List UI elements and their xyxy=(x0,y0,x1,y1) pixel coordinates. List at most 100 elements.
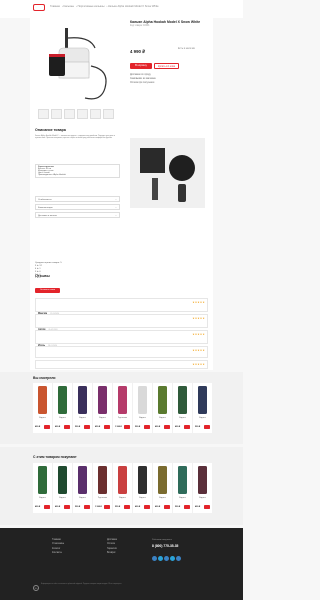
product-card[interactable]: Жидкость 550 ₽ xyxy=(113,463,132,513)
hookah-image xyxy=(49,28,107,100)
product-price: 1 990 ₽ xyxy=(95,506,102,508)
add-to-cart-button[interactable] xyxy=(104,505,110,509)
product-image xyxy=(78,386,87,414)
product-price: 590 ₽ xyxy=(75,426,81,428)
one-click-buy-button[interactable]: Купить в 1 клик xyxy=(154,63,179,69)
product-card[interactable]: Жидкость 490 ₽ xyxy=(133,463,152,513)
add-to-cart-button[interactable] xyxy=(64,425,70,429)
phone-number[interactable]: 8 (800) 775-35-35 xyxy=(152,544,178,548)
add-to-cart-button[interactable] xyxy=(204,505,210,509)
product-name[interactable]: Жидкость xyxy=(54,498,71,500)
breadcrumb-item[interactable]: Портативные кальяны xyxy=(78,5,105,8)
footer-menu: Главная О магазине Каталог Контакты xyxy=(52,538,64,556)
product-name[interactable]: Жидкость xyxy=(134,498,151,500)
product-image xyxy=(78,466,87,494)
product-name[interactable]: Жидкость xyxy=(94,418,111,420)
product-name[interactable]: Жидкость xyxy=(34,418,51,420)
breadcrumb-item[interactable]: Главная xyxy=(50,5,60,8)
review-card: Денис14.01.2024 ★★★★★ Купил в подарок др… xyxy=(35,346,208,369)
review-card: Артём05.02.2024 ★★★★★ Взял для поездок, … xyxy=(35,314,208,337)
accordion-item[interactable]: Комплектация xyxy=(35,204,120,211)
add-to-cart-button[interactable] xyxy=(164,505,170,509)
product-card[interactable]: Жидкость 490 ₽ xyxy=(193,463,212,513)
footer-link[interactable]: Контакты xyxy=(52,551,64,555)
product-name[interactable]: Жидкость xyxy=(154,498,171,500)
review-stars: ★★★★★ xyxy=(192,300,205,304)
add-to-cart-button[interactable] xyxy=(124,505,130,509)
add-to-cart-button[interactable] xyxy=(84,505,90,509)
gallery-thumb[interactable] xyxy=(77,109,88,119)
product-card[interactable]: Жидкость 590 ₽ xyxy=(173,463,192,513)
review-stars: ★★★★★ xyxy=(192,332,205,336)
gallery-thumb[interactable] xyxy=(51,109,62,119)
review-card: Максим12.03.2024 ★★★★★ Отличный кальян, … xyxy=(35,298,208,321)
product-card[interactable]: Под-система 1 990 ₽ xyxy=(93,463,112,513)
product-card[interactable]: Жидкость 490 ₽ xyxy=(153,463,172,513)
product-card[interactable]: Жидкость 490 ₽ xyxy=(173,383,192,433)
product-price: 490 ₽ xyxy=(35,426,41,428)
accordion-item[interactable]: Особенности xyxy=(35,196,120,203)
footer-link[interactable]: Возврат xyxy=(107,551,117,555)
add-to-cart-button[interactable] xyxy=(144,505,150,509)
product-name[interactable]: Жидкость xyxy=(34,498,51,500)
product-image xyxy=(198,386,207,414)
product-card[interactable]: Жидкость 590 ₽ xyxy=(73,383,92,433)
product-name[interactable]: Под-система xyxy=(94,498,111,500)
product-name[interactable]: Жидкость xyxy=(54,418,71,420)
gallery-thumb[interactable] xyxy=(90,109,101,119)
product-card[interactable]: Под-система 1 990 ₽ xyxy=(113,383,132,433)
breadcrumb-item[interactable]: Кальяны xyxy=(63,5,74,8)
product-gallery[interactable] xyxy=(35,26,118,116)
add-to-cart-button[interactable] xyxy=(164,425,170,429)
ok-icon[interactable] xyxy=(164,556,169,561)
video-preview-image xyxy=(130,138,205,208)
add-to-cart-button[interactable] xyxy=(104,425,110,429)
product-card[interactable]: Жидкость 590 ₽ xyxy=(133,383,152,433)
gallery-thumb[interactable] xyxy=(38,109,49,119)
add-to-cart-button[interactable] xyxy=(184,505,190,509)
vk-icon[interactable] xyxy=(152,556,157,561)
accordion-item[interactable]: Доставка и оплата xyxy=(35,212,120,219)
product-card[interactable]: Жидкость 590 ₽ xyxy=(193,383,212,433)
info-line: Доставка по городу xyxy=(130,74,151,76)
product-name[interactable]: Жидкость xyxy=(194,418,211,420)
info-line: Оплата при получении xyxy=(130,82,155,84)
product-card[interactable]: Жидкость 490 ₽ xyxy=(33,383,52,433)
add-to-cart-button[interactable] xyxy=(144,425,150,429)
product-video[interactable] xyxy=(130,138,205,208)
product-card[interactable]: Жидкость 490 ₽ xyxy=(153,383,172,433)
product-name[interactable]: Жидкость xyxy=(74,418,91,420)
product-name[interactable]: Жидкость xyxy=(174,498,191,500)
add-to-cart-button[interactable] xyxy=(64,505,70,509)
product-price: 490 ₽ xyxy=(175,426,181,428)
add-to-cart-button[interactable] xyxy=(204,425,210,429)
add-to-cart-button[interactable] xyxy=(44,505,50,509)
gallery-thumb[interactable] xyxy=(64,109,75,119)
product-name[interactable]: Жидкость xyxy=(114,498,131,500)
add-to-cart-button[interactable] xyxy=(84,425,90,429)
product-name[interactable]: Жидкость xyxy=(174,418,191,420)
product-name[interactable]: Жидкость xyxy=(74,498,91,500)
product-card[interactable]: Жидкость 590 ₽ xyxy=(73,463,92,513)
add-to-cart-button[interactable] xyxy=(184,425,190,429)
product-card[interactable]: Жидкость 490 ₽ xyxy=(53,463,72,513)
whatsapp-icon[interactable] xyxy=(170,556,175,561)
product-card[interactable]: Жидкость 490 ₽ xyxy=(53,383,72,433)
telegram-icon[interactable] xyxy=(158,556,163,561)
product-card[interactable]: Жидкость 490 ₽ xyxy=(33,463,52,513)
product-name[interactable]: Жидкость xyxy=(154,418,171,420)
youtube-icon[interactable] xyxy=(176,556,181,561)
product-image xyxy=(178,386,187,414)
gallery-thumb[interactable] xyxy=(103,109,114,119)
logo[interactable] xyxy=(33,4,45,11)
rating-summary: Средняя оценка товара: 5 5 ★ 12 4 ★ 1 3 … xyxy=(35,262,105,279)
product-name[interactable]: Под-система xyxy=(114,418,131,420)
product-image xyxy=(38,386,47,414)
add-to-cart-button[interactable] xyxy=(44,425,50,429)
product-name[interactable]: Жидкость xyxy=(194,498,211,500)
add-to-cart-button[interactable]: В корзину xyxy=(130,63,152,69)
write-review-button[interactable]: Оставить отзыв xyxy=(35,288,60,293)
product-card[interactable]: Жидкость 450 ₽ xyxy=(93,383,112,433)
product-name[interactable]: Жидкость xyxy=(134,418,151,420)
add-to-cart-button[interactable] xyxy=(124,425,130,429)
